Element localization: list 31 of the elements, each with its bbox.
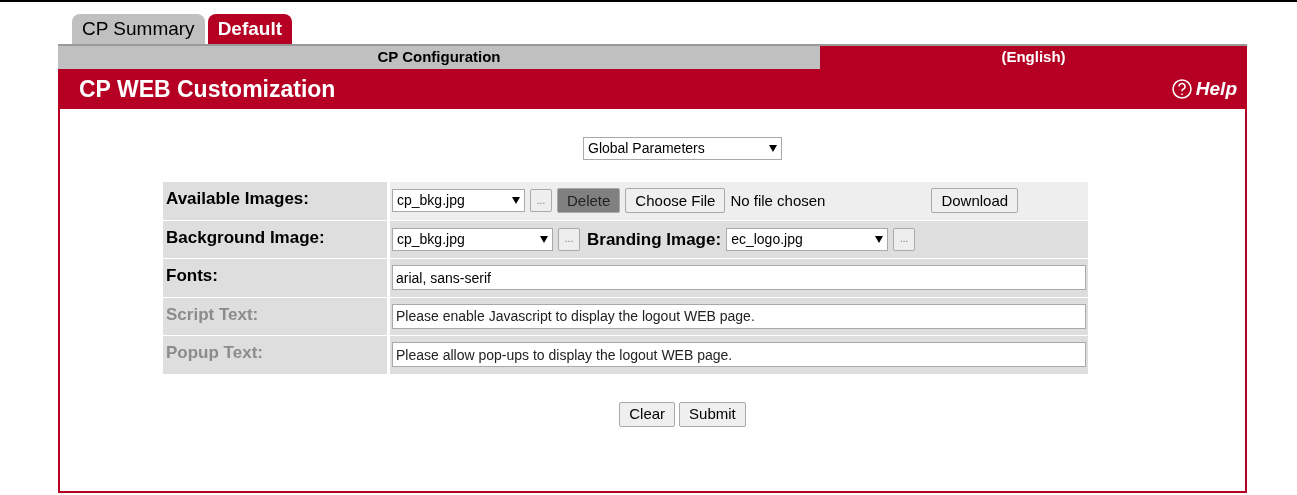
dropdown[interactable]: Global Parameters <box>583 137 782 160</box>
tab[interactable]: Default <box>207 14 293 44</box>
field-label: Script Text: <box>166 304 259 324</box>
delete-button[interactable]: Delete <box>557 188 621 214</box>
tab[interactable]: CP Summary <box>72 14 205 44</box>
download-button[interactable]: Download <box>931 188 1019 214</box>
caret-icon <box>875 235 884 243</box>
field-label: Popup Text: <box>166 343 263 362</box>
help-link[interactable]: Help <box>1171 74 1237 104</box>
field-label: Background Image: <box>166 227 325 247</box>
section-title: CP Configuration <box>377 47 501 68</box>
browse-button[interactable]: ... <box>893 227 916 251</box>
form-button[interactable]: Clear <box>619 401 676 427</box>
field-label: Branding Image: <box>587 228 722 251</box>
language-label: (English) <box>1001 47 1066 68</box>
dropdown[interactable]: cp_bkg.jpg <box>392 189 525 213</box>
browse-button[interactable]: ... <box>558 227 580 251</box>
dropdown[interactable]: cp_bkg.jpg <box>392 227 553 251</box>
help-icon <box>1171 79 1192 99</box>
caret-icon <box>540 235 548 243</box>
text-field[interactable]: arial, sans-serif <box>392 265 1086 291</box>
form-button[interactable]: Submit <box>679 401 746 427</box>
field-label: Fonts: <box>166 266 218 285</box>
page-title: CP WEB Customization <box>79 74 336 104</box>
caret-icon <box>512 197 520 205</box>
dropdown[interactable]: ec_logo.jpg <box>726 227 889 251</box>
browse-button[interactable]: ... <box>530 189 552 213</box>
field-label: Available Images: <box>166 189 309 208</box>
choose-file-button[interactable]: Choose File <box>625 188 726 214</box>
caret-icon <box>769 145 777 152</box>
file-status: No file chosen <box>730 190 827 211</box>
